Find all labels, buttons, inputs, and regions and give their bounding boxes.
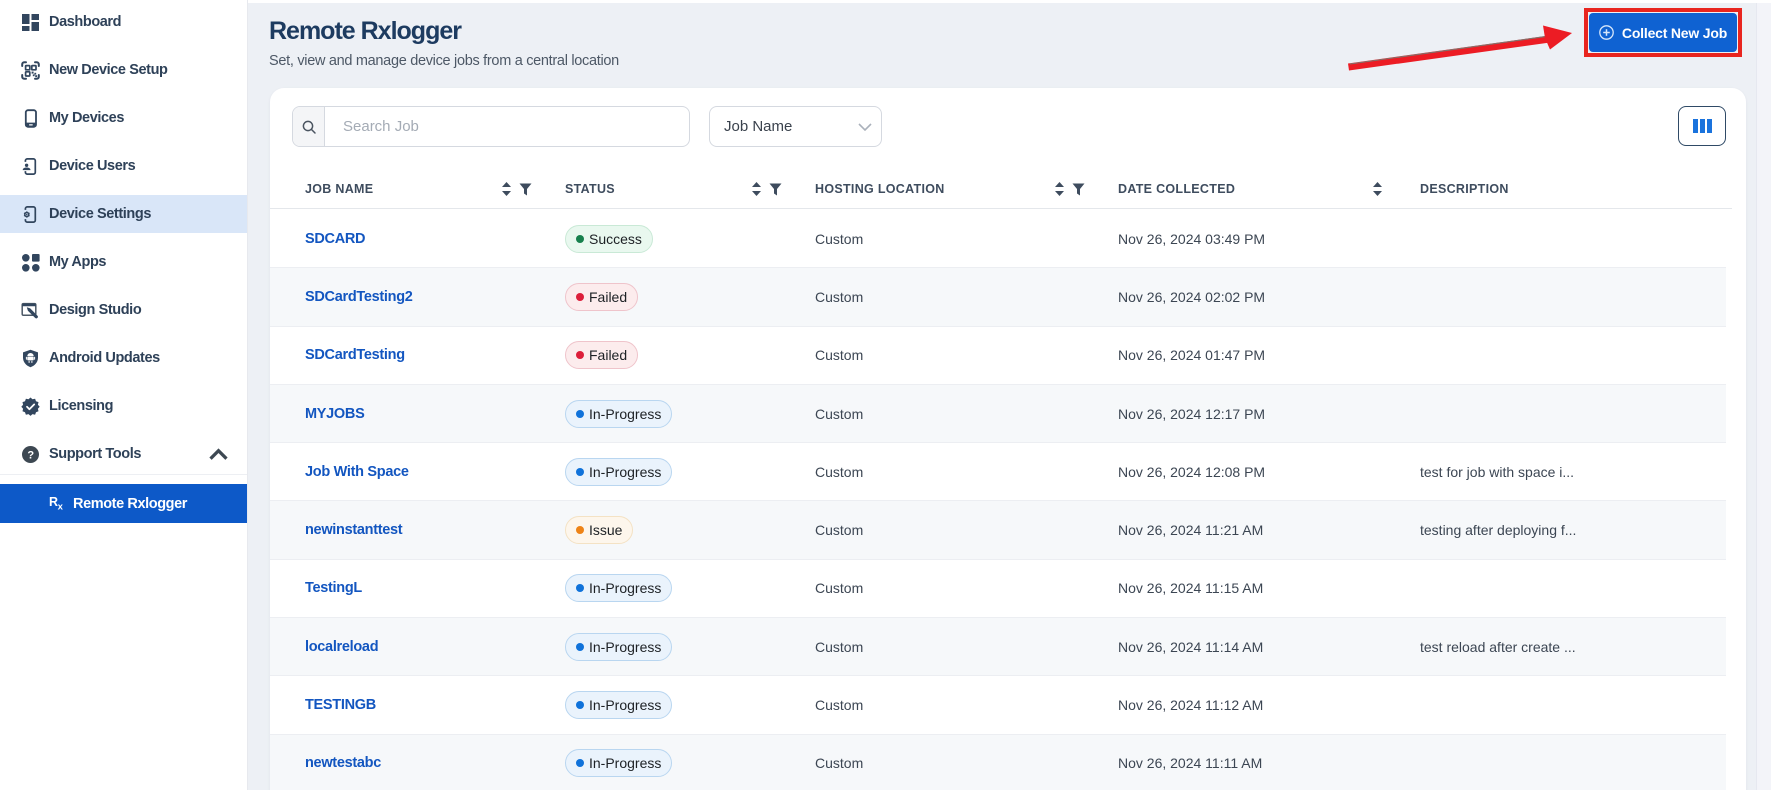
svg-text:?: ?	[27, 449, 34, 461]
